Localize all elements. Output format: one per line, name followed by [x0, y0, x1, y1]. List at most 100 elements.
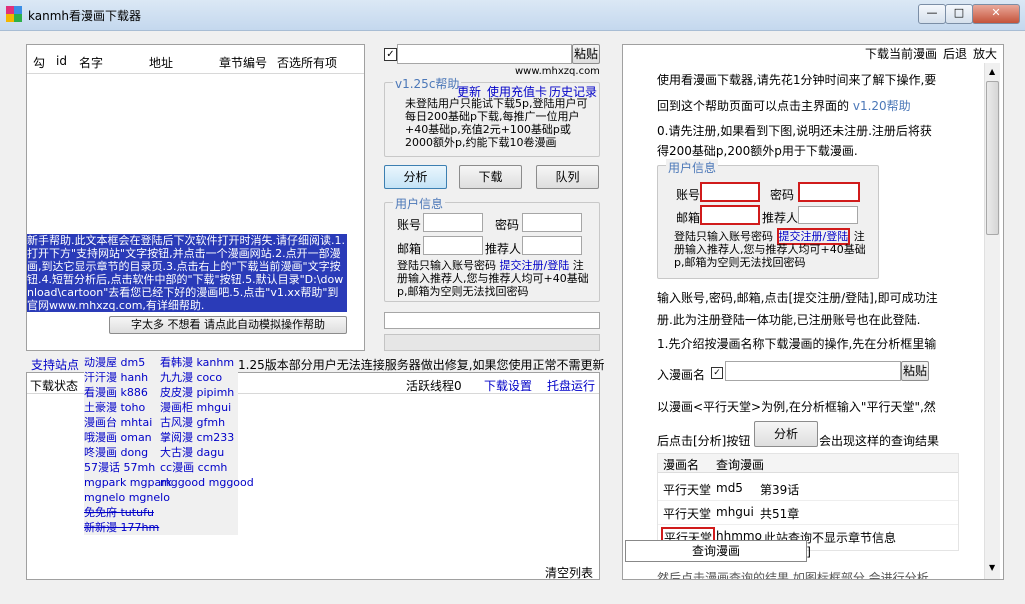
site-url-label: www.mhxzq.com — [515, 66, 600, 77]
example-intro: 以漫画<平行天堂>为例,在分析框输入"平行天堂",然 — [657, 400, 936, 414]
main-window: kanmh看漫画下载器 — □ ✕ 勾 id 名字 地址 章节编号 否选所有项 … — [0, 0, 1025, 604]
col-chapter[interactable]: 章节编号 — [219, 54, 267, 71]
sample-email-input — [700, 205, 760, 225]
scroll-up-icon[interactable]: ▲ — [989, 67, 995, 76]
version-help-link[interactable]: v1.25c帮助 — [393, 75, 462, 92]
site-item[interactable]: 漫画柜 mhgui — [160, 401, 231, 414]
site-item[interactable]: mgnelo mgnelo — [84, 491, 170, 504]
v120-help-link[interactable]: v1.20帮助 — [853, 99, 911, 113]
name-search-intro-2: 入漫画名 — [657, 368, 706, 382]
col-select-all[interactable]: 否选所有项 — [277, 54, 337, 71]
register-intro: 0.请先注册,如果看到下图,说明还未注册.注册后将获得200基础p,200额外p… — [657, 124, 932, 158]
clear-list-link[interactable]: 清空列表 — [545, 564, 593, 581]
result-row: 平行天堂 mhgui 共51章 — [658, 500, 958, 525]
site-item[interactable]: 古风漫 gfmh — [160, 416, 225, 429]
download-settings-link[interactable]: 下载设置 — [484, 377, 532, 394]
sample-email-label: 邮箱 — [676, 211, 701, 225]
analyze-button[interactable]: 分析 — [384, 165, 447, 189]
support-sites-menu: 动漫屋 dm5 看韩漫 kanhm 汗汗漫 hanh 九九漫 coco 看漫画 k8… — [84, 355, 254, 535]
help-continued-text: 然后点击漫画查询的结果,如图标框部分,会进行分析 — [657, 571, 929, 580]
sample-account-input — [700, 182, 760, 202]
query-comic-button[interactable]: 查询漫画 — [625, 540, 807, 562]
help-scrollbar[interactable]: ▲ ▼ — [984, 63, 1000, 579]
site-item[interactable]: 57漫话 57mh — [84, 460, 160, 475]
user-info-group: 用户信息 账号 密码 邮箱 推荐人 登陆只输入账号密码 提交注册/登陆 注册输入… — [384, 195, 600, 302]
site-item[interactable]: 免免府 tutufu — [84, 506, 154, 519]
col-id[interactable]: id — [56, 54, 67, 68]
account-input[interactable] — [423, 213, 483, 232]
referrer-input[interactable] — [522, 236, 582, 255]
result-header-name: 漫画名 — [663, 458, 700, 472]
status-field[interactable] — [384, 312, 600, 329]
server-notice: 1.25版本部分用户无法连接服务器做出修复,如果您使用正常不需更新 — [238, 358, 605, 372]
col-check[interactable]: 勾 — [33, 54, 45, 71]
queue-button[interactable]: 队列 — [536, 165, 599, 189]
referrer-label: 推荐人 — [485, 242, 522, 256]
col-name[interactable]: 名字 — [79, 54, 103, 71]
url-checkbox[interactable]: ✓ — [384, 48, 397, 61]
site-item[interactable]: 皮皮漫 pipimh — [160, 386, 234, 399]
sample-analyze-button: 分析 — [754, 421, 818, 447]
site-item[interactable]: 土豪漫 toho — [84, 400, 160, 415]
example-result-note: 会出现这样的查询结果 — [819, 434, 940, 448]
sample-user-info-title: 用户信息 — [666, 159, 719, 176]
site-item[interactable]: mggood mggood — [160, 476, 254, 489]
login-note: 登陆只输入账号密码 — [397, 259, 496, 272]
site-item[interactable]: 看韩漫 kanhm — [160, 356, 234, 369]
user-info-title: 用户信息 — [393, 195, 446, 212]
name-search-intro: 1.先介绍按漫画名称下载漫画的操作,先在分析框里输 — [657, 337, 937, 351]
password-input[interactable] — [522, 213, 582, 232]
sample-referrer-label: 推荐人 — [762, 211, 799, 225]
download-button[interactable]: 下载 — [459, 165, 522, 189]
email-label: 邮箱 — [397, 242, 422, 256]
col-address[interactable]: 地址 — [149, 54, 173, 71]
support-sites-link[interactable]: 支持站点 — [31, 356, 79, 373]
newbie-help-text: 新手帮助.此文本框会在登陆后下次软件打开时消失.请仔细阅读.1.打开下方"支持网… — [27, 234, 347, 312]
site-item[interactable]: 九九漫 coco — [160, 371, 222, 384]
site-item[interactable]: cc漫画 ccmh — [160, 461, 227, 474]
site-item[interactable]: 汗汗漫 hanh — [84, 370, 160, 385]
result-row: 平行天堂 md5 第39话 — [658, 476, 958, 501]
tray-run-link[interactable]: 托盘运行 — [547, 377, 595, 394]
maximize-button[interactable]: □ — [945, 4, 973, 24]
site-item[interactable]: 看漫画 k886 — [84, 385, 160, 400]
sample-paste-button: 粘贴 — [901, 361, 929, 381]
download-status-header: 下载状态 — [30, 379, 79, 393]
comic-list-panel[interactable]: 勾 id 名字 地址 章节编号 否选所有项 新手帮助.此文本框会在登陆后下次软件… — [26, 44, 365, 351]
site-item[interactable]: 动漫屋 dm5 — [84, 355, 160, 370]
download-current-link[interactable]: 下载当前漫画 — [865, 45, 937, 62]
register-instructions: 输入账号,密码,邮箱,点击[提交注册/登陆],即可成功注册.此为注册登陆一体功能… — [657, 291, 938, 327]
site-item[interactable]: mgpark mgpark — [84, 475, 172, 490]
site-item[interactable]: 哦漫画 oman — [84, 430, 160, 445]
site-item[interactable]: 大古漫 dagu — [160, 446, 224, 459]
site-item[interactable]: 新新漫 177hm — [84, 521, 159, 534]
title-bar[interactable]: kanmh看漫画下载器 — □ ✕ — [0, 0, 1025, 31]
url-input[interactable] — [397, 44, 572, 64]
example-click-analyze: 后点击[分析]按钮 — [657, 434, 751, 448]
help-browser[interactable]: 下载当前漫画 后退 放大 使用看漫画下载器,请先花1分钟时间来了解下操作,要回到… — [622, 44, 1004, 580]
sample-login-note: 登陆只输入账号密码 — [674, 230, 773, 243]
site-item[interactable]: 掌阅漫 cm233 — [160, 431, 234, 444]
site-item[interactable]: 咚漫画 dong — [84, 445, 160, 460]
email-input[interactable] — [423, 236, 483, 255]
zoom-link[interactable]: 放大 — [973, 45, 997, 62]
sample-user-info: 用户信息 账号 密码 邮箱 推荐人 登陆只输入账号密码 提交注册/登陆 注册输入… — [657, 159, 879, 279]
version-group: v1.25c帮助 更新 使用充值卡 历史记录 未登陆用户只能试下载5p,登陆用户… — [384, 75, 600, 157]
submit-register-link[interactable]: 提交注册/登陆 — [500, 259, 570, 272]
active-threads: 活跃线程0 — [406, 379, 462, 393]
version-notice: 未登陆用户只能试下载5p,登陆用户可每日200基础p下载,每推广一位用户+40基… — [405, 97, 588, 149]
app-logo-icon — [6, 6, 22, 22]
paste-button[interactable]: 粘贴 — [572, 44, 600, 64]
close-button[interactable]: ✕ — [972, 4, 1020, 24]
scroll-thumb[interactable] — [986, 81, 999, 235]
sample-results-table: 漫画名 查询漫画 平行天堂 md5 第39话 平行天堂 mhgui 共51章 平… — [657, 453, 959, 551]
result-header-query: 查询漫画 — [716, 458, 765, 472]
scroll-down-icon[interactable]: ▼ — [989, 563, 995, 572]
site-item[interactable]: 漫画台 mhtai — [84, 415, 160, 430]
sample-referrer-input — [798, 206, 858, 224]
sample-password-input — [798, 182, 860, 202]
auto-help-button[interactable]: 字太多 不想看 请点此自动模拟操作帮助 — [109, 316, 347, 334]
sample-name-input — [725, 361, 901, 381]
minimize-button[interactable]: — — [918, 4, 946, 24]
back-link[interactable]: 后退 — [943, 45, 967, 62]
